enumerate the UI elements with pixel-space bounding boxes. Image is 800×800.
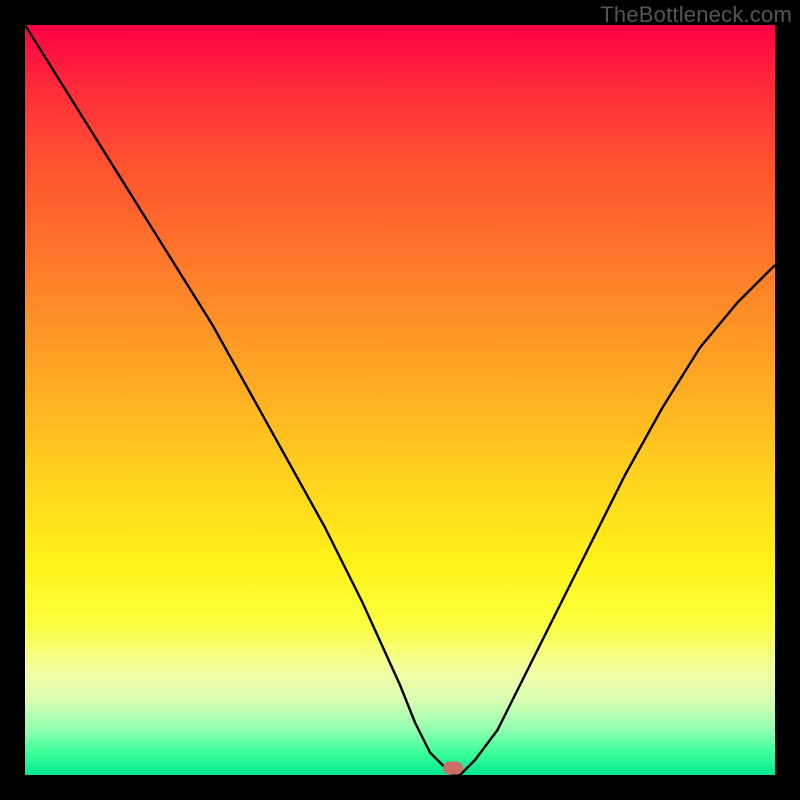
plot-area <box>25 25 775 775</box>
watermark-text: TheBottleneck.com <box>600 2 792 28</box>
curve-svg <box>25 25 775 775</box>
optimal-marker <box>443 761 463 774</box>
bottleneck-curve <box>25 25 775 775</box>
chart-frame: TheBottleneck.com <box>0 0 800 800</box>
